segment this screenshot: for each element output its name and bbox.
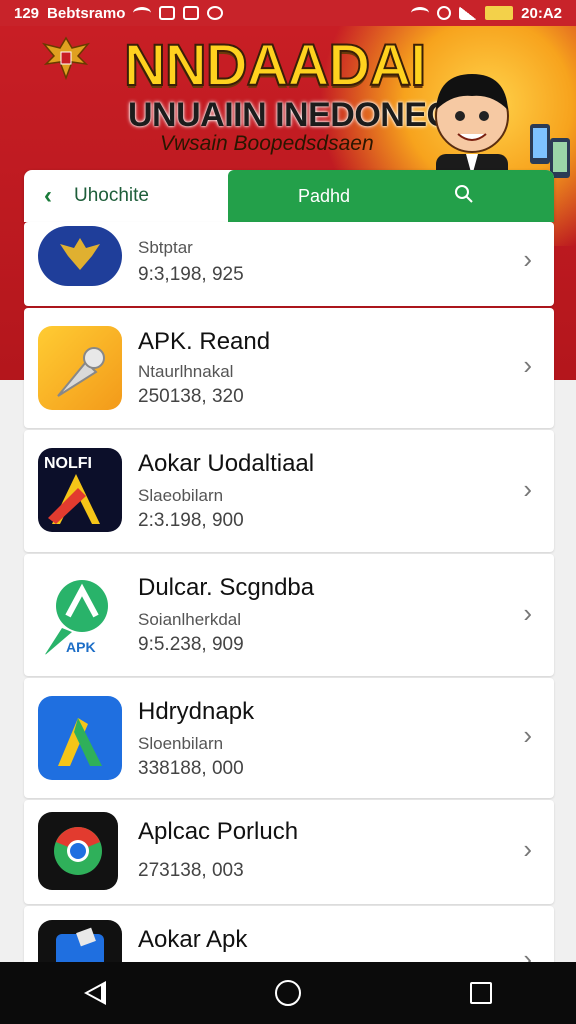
wifi-signal-icon bbox=[411, 7, 430, 19]
app-count: 9:5.238, 909 bbox=[138, 634, 244, 655]
chevron-right-icon: › bbox=[523, 720, 532, 750]
banner-tagline: Vwsain Boopedsdsaen bbox=[160, 132, 374, 155]
status-clock: 20:A2 bbox=[521, 4, 562, 22]
svg-text:NOLFI: NOLFI bbox=[44, 455, 92, 472]
back-icon[interactable] bbox=[84, 981, 107, 1005]
tab-search-label: Padhd bbox=[298, 185, 351, 206]
chrome-like-icon bbox=[38, 812, 118, 890]
chevron-right-icon: › bbox=[523, 834, 532, 864]
app-title: Dulcar. Scgndba bbox=[138, 574, 315, 601]
search-icon[interactable] bbox=[454, 184, 474, 204]
chevron-right-icon: › bbox=[523, 350, 532, 380]
svg-text:APK: APK bbox=[66, 639, 96, 655]
pin-icon bbox=[38, 326, 122, 410]
tab-bar: ‹ Uhochite Padhd bbox=[24, 170, 554, 222]
app-title: Hdrydnapk bbox=[138, 698, 255, 725]
wifi-icon bbox=[133, 7, 152, 19]
home-icon[interactable] bbox=[274, 980, 301, 1006]
cell-signal-icon bbox=[459, 6, 478, 20]
chevron-right-icon: › bbox=[523, 598, 532, 628]
nolfi-a-icon: NOLFI bbox=[38, 448, 122, 532]
app-subtitle: Sloenbilarn bbox=[138, 734, 224, 753]
tab-back[interactable]: ‹ Uhochite bbox=[24, 170, 228, 222]
alarm-icon bbox=[437, 6, 452, 20]
garuda-icon bbox=[38, 226, 122, 286]
triangle-a-icon bbox=[38, 696, 122, 780]
app-title: Aokar Apk bbox=[138, 926, 248, 953]
app-title: Aplcac Porluch bbox=[138, 818, 299, 845]
notification-icon bbox=[159, 6, 176, 20]
tab-back-label: Uhochite bbox=[74, 185, 149, 206]
list-item[interactable]: APK Dulcar. Scgndba Soianlherkdal 9:5.23… bbox=[24, 554, 554, 676]
battery-icon bbox=[485, 6, 514, 20]
recents-icon[interactable] bbox=[469, 982, 492, 1004]
app-count: 9:3,198, 925 bbox=[138, 264, 244, 285]
list-item[interactable]: APK. Reand Ntaurlhnakal 250138, 320 › bbox=[24, 308, 554, 428]
chevron-left-icon: ‹ bbox=[44, 182, 52, 209]
tab-search[interactable]: Padhd bbox=[228, 170, 554, 222]
banner-title: NNDAADAI bbox=[123, 32, 427, 99]
app-subtitle: Slaeobilarn bbox=[138, 486, 224, 505]
system-nav-bar bbox=[0, 962, 576, 1024]
app-count: 273138, 003 bbox=[138, 860, 244, 881]
apk-logo-icon: APK bbox=[38, 572, 122, 656]
chevron-right-icon: › bbox=[523, 244, 532, 274]
chevron-right-icon: › bbox=[523, 474, 532, 504]
garuda-emblem-icon bbox=[41, 36, 91, 81]
app-subtitle: Ntaurlhnakal bbox=[138, 362, 234, 381]
app-title: Aokar Uodaltiaal bbox=[138, 450, 315, 477]
app-title: APK. Reand bbox=[138, 328, 271, 355]
status-bar: 129 Bebtsramo 20:A2 bbox=[0, 0, 576, 26]
app-subtitle: Soianlherkdal bbox=[138, 610, 242, 629]
app-count: 2:3.198, 900 bbox=[138, 510, 244, 531]
app-count: 338188, 000 bbox=[138, 758, 244, 779]
list-item[interactable]: Hdrydnapk Sloenbilarn 338188, 000 › bbox=[24, 678, 554, 798]
app-subtitle: Sbtptar bbox=[138, 238, 193, 257]
app-count: 250138, 320 bbox=[138, 386, 244, 407]
app-notification-icon bbox=[207, 6, 224, 20]
status-time: 129 bbox=[14, 4, 40, 22]
list-item[interactable]: Sbtptar 9:3,198, 925 › bbox=[24, 222, 554, 306]
cast-icon bbox=[183, 6, 200, 20]
list-item[interactable]: NOLFI Aokar Uodaltiaal Slaeobilarn 2:3.1… bbox=[24, 430, 554, 552]
list-item[interactable]: Aplcac Porluch 273138, 003 › bbox=[24, 800, 554, 904]
status-carrier: Bebtsramo bbox=[47, 4, 126, 22]
